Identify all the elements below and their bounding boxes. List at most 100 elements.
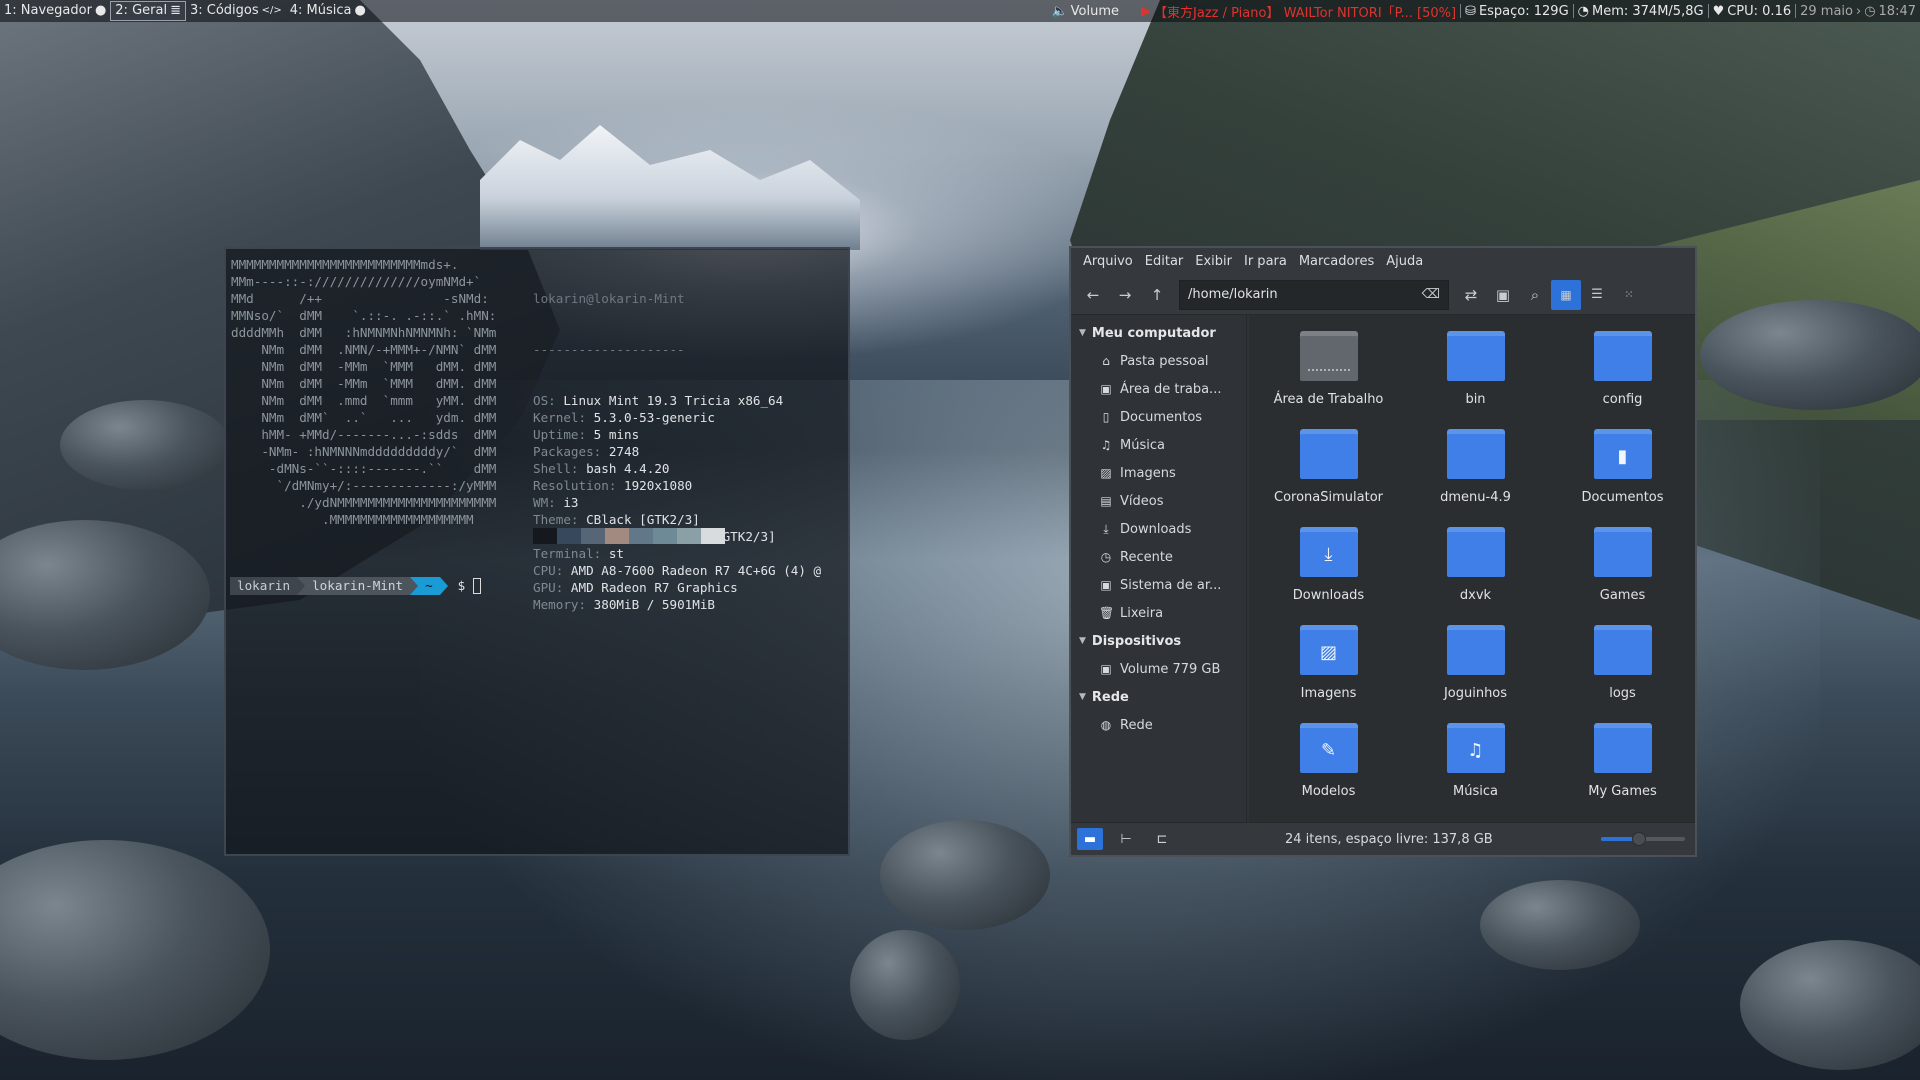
location-entry[interactable]: /home/lokarin ⌫ (1179, 279, 1449, 310)
sidebar-item[interactable]: ⤓ Downloads (1071, 515, 1246, 543)
workspace-3-button[interactable]: 3: Códigos </> (186, 1, 286, 21)
info-value: 380MiB / 5901MiB (593, 597, 715, 612)
workspace-label: 2: Geral (115, 3, 168, 18)
file-item[interactable]: bin (1402, 323, 1549, 421)
sidebar-section-header[interactable]: ▼ Meu computador (1071, 319, 1246, 347)
swap-icon: ⇄ (1464, 285, 1478, 304)
sidebar-section-header[interactable]: ▼ Rede (1071, 683, 1246, 711)
show-tree-button[interactable]: ⊢ (1113, 828, 1139, 850)
up-button[interactable]: ↑ (1141, 280, 1173, 310)
browser-icon: ● (94, 3, 107, 18)
list-view-button[interactable]: ☰ (1581, 280, 1613, 310)
back-button[interactable]: ← (1077, 280, 1109, 310)
info-line: GPU: AMD Radeon R7 Graphics (533, 579, 821, 596)
menu-ajuda[interactable]: Ajuda (1380, 254, 1429, 269)
file-item[interactable]: Área de Trabalho (1255, 323, 1402, 421)
forward-button[interactable]: → (1109, 280, 1141, 310)
sidebar-item[interactable]: ⌂ Pasta pessoal (1071, 347, 1246, 375)
sidebar-item[interactable]: ▣ Área de traba... (1071, 375, 1246, 403)
menu-ir-para[interactable]: Ir para (1238, 254, 1293, 269)
sidebar-item[interactable]: ▣ Sistema de ar... (1071, 571, 1246, 599)
zoom-slider-handle[interactable] (1631, 832, 1646, 846)
sidebar-item[interactable]: ▯ Documentos (1071, 403, 1246, 431)
sidebar-item[interactable]: ◍ Rede (1071, 711, 1246, 739)
file-item[interactable]: logs (1549, 617, 1696, 715)
file-item[interactable]: ▮ Documentos (1549, 421, 1696, 519)
terminal-icon: ▣ (1495, 285, 1511, 304)
sidebar-item[interactable]: ▤ Vídeos (1071, 487, 1246, 515)
file-item[interactable]: dmenu-4.9 (1402, 421, 1549, 519)
folder-icon (1593, 625, 1652, 675)
palette-swatch (677, 528, 701, 544)
sidebar-item[interactable]: ▨ Imagens (1071, 459, 1246, 487)
terminal-window[interactable]: MMMMMMMMMMMMMMMMMMMMMMMMMmds+. MMm----::-… (224, 247, 850, 856)
folder-emblem (1593, 728, 1652, 773)
sidebar-section-header[interactable]: ▼ Dispositivos (1071, 627, 1246, 655)
workspace-label: 3: Códigos (189, 3, 259, 18)
menu-arquivo[interactable]: Arquivo (1077, 254, 1139, 269)
status-text: 24 itens, espaço livre: 137,8 GB (1285, 831, 1493, 847)
info-colon: : (578, 597, 594, 612)
clear-icon[interactable]: ⌫ (1422, 287, 1440, 302)
sidebar-item[interactable]: ◷ Recente (1071, 543, 1246, 571)
menu-exibir[interactable]: Exibir (1189, 254, 1238, 269)
info-key: Terminal (533, 546, 594, 561)
hide-sidebar-button[interactable]: ⊏ (1149, 828, 1175, 850)
shell-prompt[interactable]: lokarin lokarin-Mint ~ $ (230, 577, 482, 595)
workspace-4-button[interactable]: 4: Música ● (286, 1, 370, 21)
file-item[interactable]: ▨ Imagens (1255, 617, 1402, 715)
icon-view-button[interactable]: ▦ (1551, 279, 1581, 310)
file-item[interactable]: ✎ Modelos (1255, 715, 1402, 813)
prompt-separator (439, 577, 448, 595)
file-item[interactable]: Games (1549, 519, 1696, 617)
search-button[interactable]: ⌕ (1519, 280, 1551, 310)
folder-icon: ▨ (1299, 625, 1358, 675)
search-icon: ⌕ (1530, 285, 1540, 304)
location-text: /home/lokarin (1188, 287, 1278, 302)
file-item[interactable]: My Games (1549, 715, 1696, 813)
sidebar-item-label: Música (1120, 437, 1165, 453)
workspace-2-button[interactable]: 2: Geral ≣ (110, 1, 186, 21)
sidebar-item[interactable]: 🗑 Lixeira (1071, 599, 1246, 627)
neofetch-ascii-logo: MMMMMMMMMMMMMMMMMMMMMMMMMmds+. MMm----::-… (231, 256, 496, 528)
file-item[interactable]: CoronaSimulator (1255, 421, 1402, 519)
menu-marcadores[interactable]: Marcadores (1293, 254, 1380, 269)
now-playing-block[interactable]: ▶ 【東方Jazz / Piano】 WAILTor NITORI「P... [… (1137, 2, 1460, 21)
workspace-label: 4: Música (289, 3, 352, 18)
folder-icon (1593, 527, 1652, 577)
info-colon: : (555, 563, 571, 578)
volume-block[interactable]: 🔈 Volume (1047, 4, 1123, 19)
info-value: CBlack [GTK2/3] (586, 512, 700, 527)
info-line: Terminal: st (533, 545, 821, 562)
prompt-symbol: $ (457, 578, 466, 593)
file-item[interactable]: dxvk (1402, 519, 1549, 617)
compact-view-button[interactable]: ⁙ (1613, 280, 1645, 310)
places-sidebar: ▼ Meu computador ⌂ Pasta pessoal ▣ Área de tr… (1071, 315, 1247, 822)
menu-editar[interactable]: Editar (1139, 254, 1190, 269)
text-cursor (473, 578, 482, 594)
file-item[interactable]: ⤓ Downloads (1255, 519, 1402, 617)
memory-icon: ◔ (1577, 3, 1589, 19)
info-colon: : (593, 546, 609, 561)
toggle-location-button[interactable]: ⇄ (1455, 280, 1487, 310)
file-item[interactable]: Joguinhos (1402, 617, 1549, 715)
ascii-line: NMm dMM -MMm `MMM dMM. dMM (231, 359, 497, 374)
sidebar-item[interactable]: ♫ Música (1071, 431, 1246, 459)
file-manager-window[interactable]: Arquivo Editar Exibir Ir para Marcadores… (1069, 246, 1697, 857)
place-icon: ▯ (1102, 410, 1110, 424)
sidebar-item-label: Imagens (1120, 465, 1176, 481)
show-places-button[interactable]: ▬ (1077, 828, 1103, 850)
folder-icon: ▬ (1083, 831, 1097, 847)
folder-emblem (1446, 630, 1505, 675)
info-key: Packages (533, 444, 594, 459)
wallpaper-rock (1480, 880, 1640, 970)
zoom-slider[interactable] (1601, 832, 1685, 846)
sidebar-item[interactable]: ▣ Volume 779 GB (1071, 655, 1246, 683)
file-label: logs (1609, 686, 1636, 701)
workspace-1-button[interactable]: 1: Navegador ● (0, 1, 110, 21)
open-terminal-button[interactable]: ▣ (1487, 280, 1519, 310)
folder-icon (1299, 429, 1358, 479)
folder-emblem: ▨ (1299, 630, 1358, 675)
file-item[interactable]: config (1549, 323, 1696, 421)
file-item[interactable]: ♫ Música (1402, 715, 1549, 813)
